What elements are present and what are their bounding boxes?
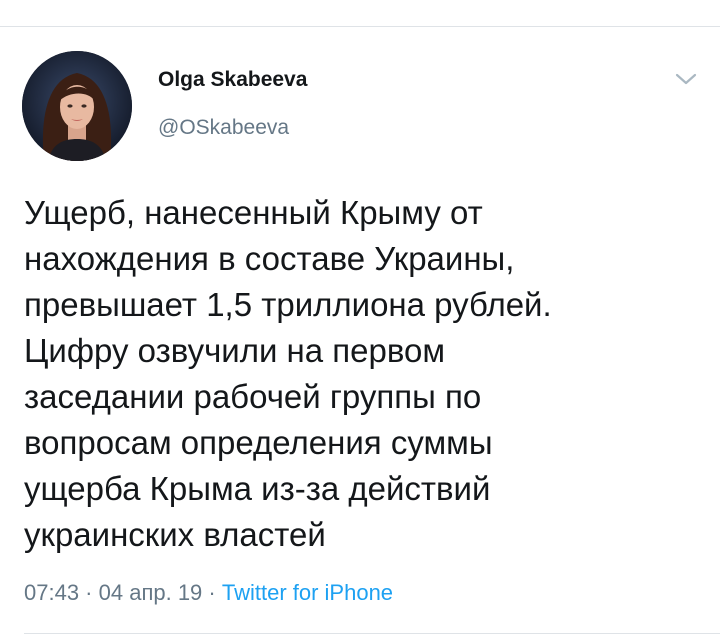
tweet-text: Ущерб, нанесенный Крыму от нахождения в … bbox=[24, 194, 552, 553]
tweet-meta: 07:43 · 04 апр. 19 · Twitter for iPhone bbox=[24, 580, 393, 606]
user-avatar-icon bbox=[22, 51, 132, 161]
bottom-divider bbox=[24, 633, 720, 634]
tweet-menu-button[interactable] bbox=[674, 70, 698, 88]
top-divider bbox=[0, 26, 720, 27]
meta-separator: · bbox=[79, 580, 99, 605]
tweet-time[interactable]: 07:43 bbox=[24, 580, 79, 605]
meta-separator: · bbox=[202, 580, 222, 605]
chevron-down-icon bbox=[675, 73, 697, 85]
tweet-source-link[interactable]: Twitter for iPhone bbox=[222, 580, 393, 605]
author-handle[interactable]: @OSkabeeva bbox=[158, 116, 289, 140]
tweet-date[interactable]: 04 апр. 19 bbox=[99, 580, 203, 605]
author-display-name[interactable]: Olga Skabeeva bbox=[158, 68, 307, 92]
avatar[interactable] bbox=[22, 51, 132, 161]
